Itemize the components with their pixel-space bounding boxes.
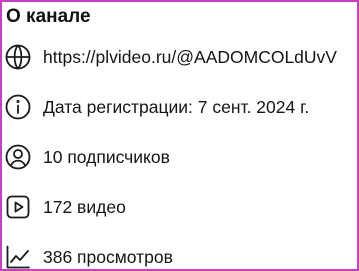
subscribers-count: 10 подписчиков [43, 147, 170, 167]
channel-link[interactable]: https://plvideo.ru/@AADOMCOLdUvV [43, 46, 337, 68]
info-icon [3, 92, 33, 122]
registration-date: Дата регистрации: 7 сент. 2024 г. [43, 97, 310, 117]
panel-title: О канале [6, 6, 91, 27]
globe-icon [3, 42, 33, 72]
views-count: 386 просмотров [43, 247, 173, 267]
views-row: 386 просмотров [2, 240, 357, 269]
channel-about-panel: О канале https://plvideo.ru/@AADOMCOLdUv… [0, 0, 359, 271]
video-icon [3, 192, 33, 222]
chart-line-icon [3, 242, 33, 269]
registration-date-row: Дата регистрации: 7 сент. 2024 г. [2, 90, 357, 124]
subscribers-row: 10 подписчиков [2, 140, 357, 174]
user-icon [3, 142, 33, 172]
channel-link-row[interactable]: https://plvideo.ru/@AADOMCOLdUvV [2, 40, 357, 74]
videos-row: 172 видео [2, 190, 357, 224]
videos-count: 172 видео [43, 197, 126, 217]
